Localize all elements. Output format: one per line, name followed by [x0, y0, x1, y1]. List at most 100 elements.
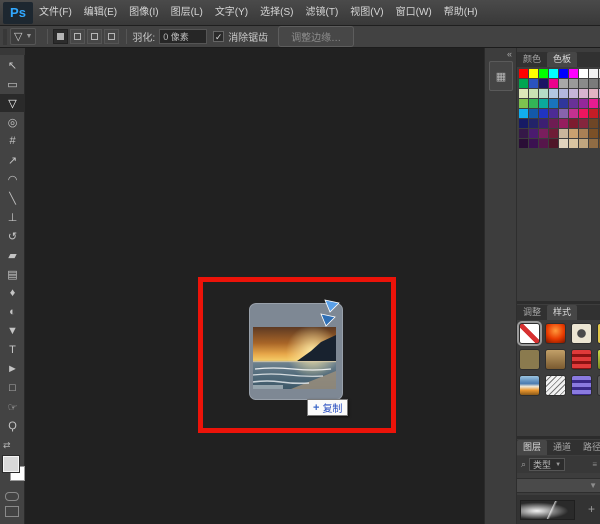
screen-mode-button[interactable] [5, 506, 19, 517]
expand-panels-icon[interactable]: « [507, 49, 512, 59]
tool-pen[interactable]: ▼ [0, 322, 25, 340]
canvas-area[interactable]: + 复制 [25, 48, 484, 524]
color-swatch[interactable] [569, 129, 578, 138]
menu-item[interactable]: 帮助(H) [438, 0, 484, 26]
tool-crop[interactable]: # [0, 132, 25, 150]
layer-thumbnail[interactable] [520, 500, 575, 520]
color-swatch[interactable] [529, 99, 538, 108]
new-selection-button[interactable] [53, 29, 68, 44]
style-sunset[interactable] [519, 375, 540, 396]
style-red-stripes[interactable] [571, 349, 592, 370]
tool-shape[interactable]: □ [0, 379, 25, 397]
menu-item[interactable]: 视图(V) [344, 0, 389, 26]
style-purple-stripes[interactable] [571, 375, 592, 396]
tool-rectangular-marquee[interactable]: ▭ [0, 75, 25, 93]
style-none[interactable] [519, 323, 540, 344]
color-swatch[interactable] [569, 79, 578, 88]
menu-item[interactable]: 文件(F) [33, 0, 78, 26]
tab-channels[interactable]: 通道 [547, 440, 577, 455]
color-swatch[interactable] [539, 79, 548, 88]
color-swatch[interactable] [579, 139, 588, 148]
tool-spot-healing[interactable]: ◠ [0, 170, 25, 188]
filter-options-icon[interactable]: ≡ [592, 460, 597, 469]
tool-polygonal-lasso[interactable]: ▽ [0, 94, 25, 112]
color-swatch[interactable] [549, 69, 558, 78]
color-swatch[interactable] [529, 139, 538, 148]
add-selection-button[interactable] [70, 29, 85, 44]
color-swatch[interactable] [519, 129, 528, 138]
tab-styles[interactable]: 样式 [547, 305, 577, 320]
color-swatch[interactable] [549, 79, 558, 88]
menu-item[interactable]: 选择(S) [254, 0, 299, 26]
color-swatch[interactable] [579, 69, 588, 78]
foreground-color-swatch[interactable] [3, 456, 19, 472]
intersect-selection-button[interactable] [104, 29, 119, 44]
tab-adjustments[interactable]: 调整 [517, 305, 547, 320]
color-swatch[interactable] [549, 119, 558, 128]
color-swatch[interactable] [539, 89, 548, 98]
menu-item[interactable]: 图层(L) [165, 0, 209, 26]
color-swatch[interactable] [539, 109, 548, 118]
tool-gradient[interactable]: ▤ [0, 265, 25, 283]
color-swatch[interactable] [549, 89, 558, 98]
color-swatch[interactable] [589, 139, 598, 148]
color-swatch[interactable] [519, 89, 528, 98]
color-swatch[interactable] [559, 89, 568, 98]
tool-clone-stamp[interactable]: ⊥ [0, 208, 25, 226]
tool-preset-dropdown[interactable]: ▽ ▼ [10, 28, 36, 45]
color-swatch[interactable] [559, 109, 568, 118]
color-swatch[interactable] [549, 109, 558, 118]
color-swatch[interactable] [549, 99, 558, 108]
tool-dodge[interactable]: ◐ [0, 303, 25, 321]
toolbar-grip[interactable] [0, 48, 25, 55]
style-gray-texture[interactable] [545, 375, 566, 396]
swap-colors-icon[interactable]: ⇄ [3, 440, 11, 451]
color-swatch[interactable] [519, 139, 528, 148]
color-swatch[interactable] [559, 69, 568, 78]
tool-move[interactable]: ↖ [0, 56, 25, 74]
color-swatch[interactable] [589, 69, 598, 78]
style-tan-gradient[interactable] [545, 349, 566, 370]
tab-swatches[interactable]: 色板 [547, 52, 577, 67]
color-swatch[interactable] [559, 129, 568, 138]
color-swatch[interactable] [529, 129, 538, 138]
color-swatch[interactable] [559, 119, 568, 128]
tool-hand[interactable]: ☞ [0, 398, 25, 416]
color-swatch[interactable] [529, 119, 538, 128]
color-swatch[interactable] [569, 99, 578, 108]
color-swatch[interactable] [559, 99, 568, 108]
color-swatch[interactable] [579, 89, 588, 98]
color-swatch[interactable] [519, 119, 528, 128]
color-swatch[interactable] [539, 139, 548, 148]
layer-filter-type-dropdown[interactable]: 类型 ▼ [529, 458, 565, 471]
color-swatch[interactable] [589, 109, 598, 118]
color-swatch[interactable] [529, 69, 538, 78]
color-swatch[interactable] [519, 109, 528, 118]
color-swatch[interactable] [559, 139, 568, 148]
menu-item[interactable]: 窗口(W) [390, 0, 438, 26]
style-red-gel[interactable] [545, 323, 566, 344]
color-swatch[interactable] [589, 79, 598, 88]
color-swatch[interactable] [519, 69, 528, 78]
color-swatch[interactable] [529, 89, 538, 98]
tab-paths[interactable]: 路径 [577, 440, 600, 455]
color-swatch[interactable] [579, 79, 588, 88]
color-swatch[interactable] [529, 109, 538, 118]
tool-zoom[interactable]: Ϙ [0, 417, 25, 435]
color-swatch[interactable] [519, 79, 528, 88]
color-swatch[interactable] [569, 89, 578, 98]
tool-quick-selection[interactable]: ◎ [0, 113, 25, 131]
color-swatch[interactable] [569, 69, 578, 78]
collapsed-panel-button[interactable]: ▦ [489, 61, 513, 91]
color-swatch[interactable] [579, 99, 588, 108]
menu-item[interactable]: 文字(Y) [209, 0, 254, 26]
color-swatch[interactable] [519, 99, 528, 108]
color-swatch[interactable] [569, 119, 578, 128]
color-swatch[interactable] [529, 79, 538, 88]
color-swatch[interactable] [589, 99, 598, 108]
color-swatch[interactable] [539, 99, 548, 108]
tab-color[interactable]: 颜色 [517, 52, 547, 67]
refine-edge-button[interactable]: 调整边缘… [278, 26, 354, 47]
antialias-checkbox[interactable]: ✓ [213, 31, 224, 42]
color-swatch[interactable] [589, 89, 598, 98]
